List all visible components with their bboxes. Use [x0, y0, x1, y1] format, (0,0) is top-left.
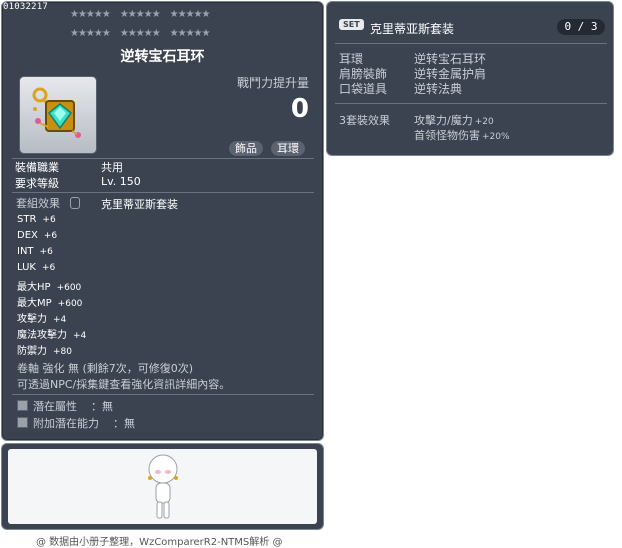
level-row: 要求等級 Lv. 150: [15, 175, 141, 191]
star-group: ★★★★★: [70, 9, 111, 20]
stat-label: 最大HP: [17, 282, 51, 293]
stat-row: INT +6: [17, 246, 53, 257]
stat-row: 最大MP +600: [17, 294, 82, 309]
stat-row: 攻擊力 +4: [17, 310, 66, 325]
job-label: 裝備職業: [15, 161, 59, 174]
potential-row: 潛在屬性 ：無: [17, 398, 113, 414]
stat-row: DEX +6: [17, 230, 57, 241]
set-effect-name: 克里蒂亚斯套装: [101, 198, 178, 211]
divider: [12, 394, 314, 395]
stat-row: 防禦力 +80: [17, 342, 72, 357]
bonus-potential-icon: [17, 417, 28, 428]
stat-value: +600: [57, 299, 83, 309]
set-bonus-label: 3套裝效果: [339, 114, 390, 127]
set-item-slot: 耳環: [339, 52, 364, 66]
stat-label: INT: [17, 246, 34, 257]
stat-value: +80: [53, 347, 72, 357]
power-increase-value: 0: [290, 94, 309, 124]
stat-label: DEX: [17, 230, 38, 241]
category-tag-earring: 耳環: [271, 141, 305, 156]
item-tooltip-panel: 01032217 ★★★★★ ★★★★★ ★★★★★ ★★★★★ ★★★★★ ★…: [1, 1, 324, 441]
divider: [335, 43, 607, 44]
star-group: ★★★★★: [70, 28, 111, 39]
set-count-badge: 0 / 3: [557, 19, 605, 35]
stat-label: LUK: [17, 262, 36, 273]
set-item-slot: 肩膀裝飾: [339, 67, 388, 81]
potential-label: 潛在屬性: [33, 400, 77, 413]
stat-label: STR: [17, 214, 37, 225]
stat-value: +6: [39, 247, 53, 257]
star-group: ★★★★★: [119, 28, 161, 39]
level-value: Lv. 150: [101, 175, 141, 188]
footer-credit: @ 数据由小册子整理，WzComparerR2-NTMS解析 @: [36, 537, 283, 548]
stat-row: 魔法攻擊力 +4: [17, 326, 86, 341]
set-badge: SET: [339, 19, 364, 30]
divider: [12, 192, 314, 193]
set-effect-label: 套組效果: [16, 197, 60, 210]
job-row: 裝備職業 共用: [15, 159, 123, 175]
job-value: 共用: [101, 161, 123, 174]
stat-label: 防禦力: [17, 346, 47, 357]
category-tag-accessory: 飾品: [229, 141, 263, 156]
set-bonus-value: +20: [474, 117, 494, 127]
set-bonus-value: +20%: [482, 132, 510, 142]
set-item-row: 口袋道具 逆转法典: [339, 80, 462, 97]
mouse-icon: [70, 197, 80, 209]
gem-earring-icon: [32, 87, 81, 138]
star-group: ★★★★★: [169, 28, 211, 39]
stat-value: +600: [56, 283, 82, 293]
set-bonus-row: 攻擊力/魔力 +20: [414, 112, 494, 128]
star-group: ★★★★★: [169, 9, 211, 20]
stat-row: 最大HP +600: [17, 278, 81, 293]
set-bonus-label: 攻擊力/魔力: [414, 114, 473, 127]
set-title: 克里蒂亚斯套装: [370, 22, 455, 36]
character-preview-panel: [1, 443, 324, 530]
power-increase-label: 戰鬥力提升量: [236, 76, 309, 90]
level-label: 要求等級: [15, 177, 59, 190]
character-avatar-icon: [148, 454, 178, 519]
stat-label: 魔法攻擊力: [17, 330, 67, 341]
set-bonus-label: 首领怪物伤害: [414, 129, 480, 142]
item-name: 逆转宝石耳环: [120, 49, 205, 65]
potential-icon: [17, 400, 28, 411]
stat-label: 攻擊力: [17, 314, 47, 325]
bonus-potential-value: ：無: [113, 417, 135, 430]
item-id: 01032217: [3, 2, 48, 12]
set-item-slot: 口袋道具: [339, 82, 388, 96]
bonus-potential-row: 附加潛在能力 ：無: [17, 415, 135, 431]
stat-value: +4: [53, 315, 67, 325]
stat-row: STR +6: [17, 214, 56, 225]
npc-hint: 可透過NPC/採集鍵查看強化資訊詳細內容。: [17, 378, 231, 391]
stat-value: +6: [41, 263, 56, 273]
stat-value: +6: [42, 215, 56, 225]
set-bonus-row: 首领怪物伤害 +20%: [414, 127, 510, 143]
bonus-potential-label: 附加潛在能力: [33, 417, 99, 430]
stat-label: 最大MP: [17, 298, 52, 309]
star-force-row-top: ★★★★★ ★★★★★ ★★★★★: [70, 9, 211, 20]
divider: [335, 103, 607, 104]
character-preview-area: [8, 449, 317, 524]
stat-value: +6: [43, 231, 58, 241]
item-icon-frame: [19, 76, 97, 154]
star-force-row-bottom: ★★★★★ ★★★★★ ★★★★★: [70, 28, 211, 39]
stat-value: +4: [73, 331, 87, 341]
potential-value: ：無: [91, 400, 113, 413]
stat-row: LUK +6: [17, 262, 55, 273]
star-group: ★★★★★: [119, 9, 161, 20]
set-item-name: 逆转法典: [414, 82, 463, 96]
scroll-enhance-info: 卷軸 強化 無 (剩餘7次，可修復0次): [17, 362, 194, 375]
set-info-panel: SET 克里蒂亚斯套装 0 / 3 耳環 逆转宝石耳环 肩膀裝飾 逆转金属护肩 …: [326, 1, 614, 156]
